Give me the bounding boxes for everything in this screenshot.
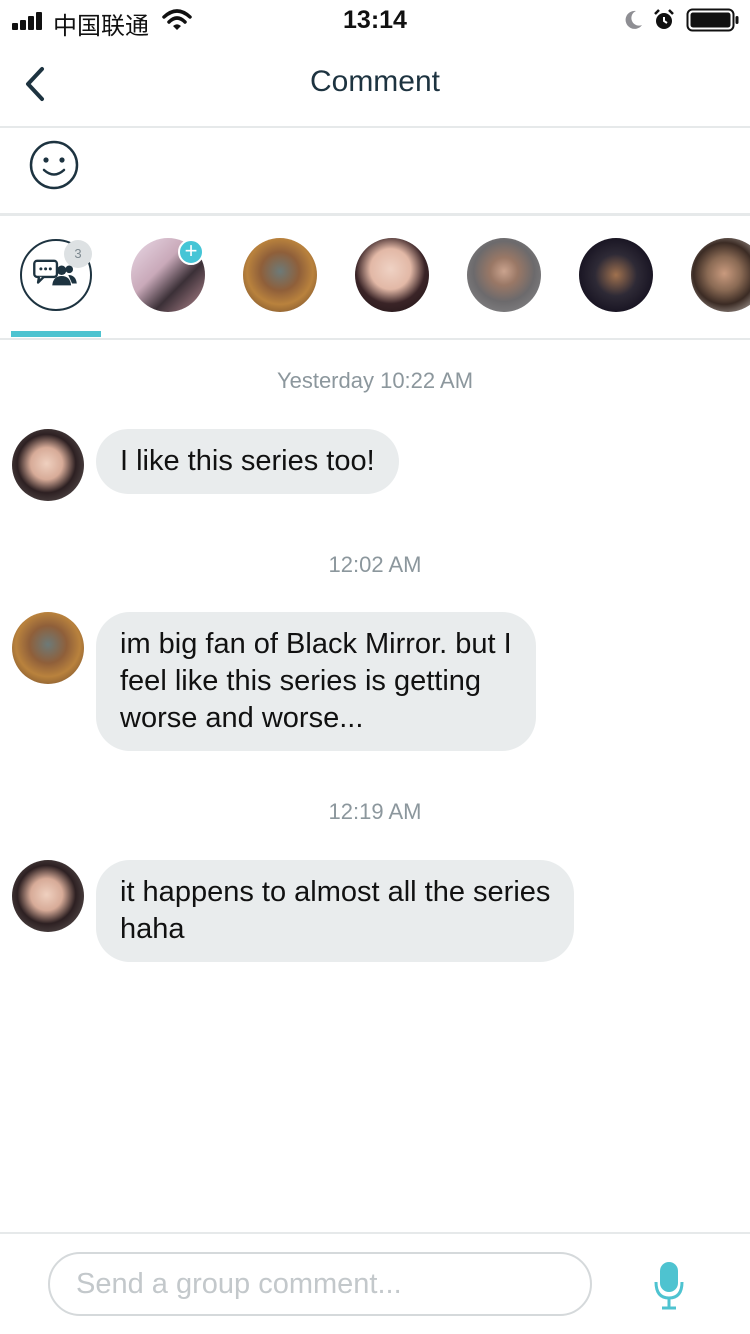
page-title: Comment xyxy=(309,65,441,98)
battery-icon xyxy=(686,8,739,32)
smiley-face-icon[interactable] xyxy=(28,139,80,191)
message-timestamp: Yesterday 10:22 AM xyxy=(276,368,474,393)
participant-avatar[interactable] xyxy=(243,238,317,312)
group-comment-input[interactable] xyxy=(48,1252,592,1316)
message-line: worse and worse... xyxy=(120,702,364,734)
member-count-badge: 3 xyxy=(64,240,92,268)
do-not-disturb-moon-icon xyxy=(625,10,642,29)
add-participant-icon[interactable]: + xyxy=(178,239,204,265)
reaction-row xyxy=(0,130,750,216)
microphone-icon[interactable] xyxy=(654,1260,684,1310)
message-timestamp: 12:02 AM xyxy=(328,552,422,577)
navigation-bar: Comment xyxy=(0,40,750,128)
message-bubble: I like this series too! xyxy=(96,429,399,494)
message-line: im big fan of Black Mirror. but I xyxy=(120,628,512,660)
message-line: feel like this series is getting xyxy=(120,665,482,697)
participant-avatar[interactable] xyxy=(467,238,541,312)
participant-avatar[interactable] xyxy=(579,238,653,312)
alarm-clock-icon xyxy=(654,9,674,29)
sender-avatar[interactable] xyxy=(12,860,84,932)
message-line: haha xyxy=(120,913,185,945)
participant-avatar[interactable] xyxy=(355,238,429,312)
participants-strip: 3 + xyxy=(0,219,750,340)
message-line: it happens to almost all the series xyxy=(120,876,551,908)
comment-screen: 中国联通 13:14 Comment 3 + Yesterday 10:22 A… xyxy=(0,0,750,1334)
participant-avatar[interactable] xyxy=(691,238,750,312)
message-bubble: im big fan of Black Mirror. but I feel l… xyxy=(96,612,536,751)
message-line: I like this series too! xyxy=(120,445,375,477)
selected-tab-indicator xyxy=(11,331,101,337)
composer-bar xyxy=(0,1232,750,1334)
message-bubble: it happens to almost all the series haha xyxy=(96,860,575,962)
sender-avatar[interactable] xyxy=(12,429,84,501)
sender-avatar[interactable] xyxy=(12,612,84,684)
message-timestamp: 12:19 AM xyxy=(328,799,422,824)
status-bar: 中国联通 13:14 xyxy=(0,0,750,40)
